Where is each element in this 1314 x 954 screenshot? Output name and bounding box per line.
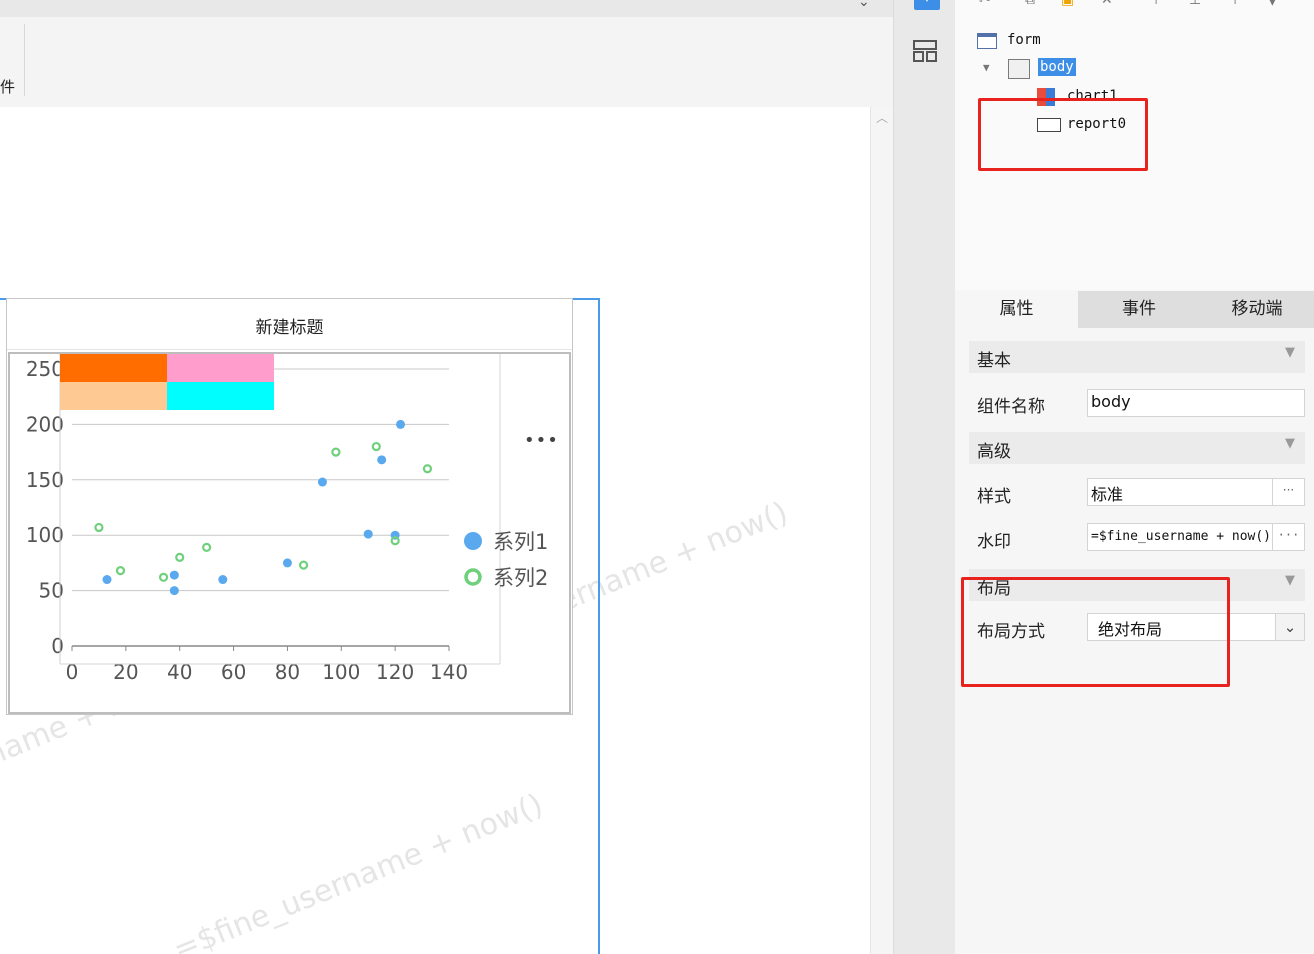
paste-icon[interactable]: ▣ [1061,0,1074,8]
series-point [317,477,327,487]
overlay-swatch [167,382,274,410]
section-advanced-label: 高级 [977,442,1011,462]
chevron-down-icon[interactable]: ⌄ [1275,614,1304,640]
chevron-down-icon: ▼ [1285,436,1295,451]
tab-properties[interactable]: 属性 [955,291,1078,328]
tab-mobile[interactable]: 移动端 [1200,291,1314,328]
widget-tree: ✂ ⧉ ▣ ✕ ⊤ ⊥ ⊤ ▼ form ▼ body chart1 repor… [955,0,1314,290]
section-advanced[interactable]: 高级 ▼ [969,432,1305,464]
toolbar-item-label[interactable]: 件 [0,76,15,97]
chart-widget[interactable]: 新建标题 0 50 100 150 200 250 0 20 40 60 80 100 120 140 系列… [6,298,573,715]
move-top-icon[interactable]: ⊤ [1229,0,1241,8]
collapse-icon[interactable]: ⌄ [858,0,870,10]
widget-name-value: body [1091,392,1131,411]
style-value: 标准 [1091,485,1124,504]
watermark-ellipsis-button[interactable]: ··· [1272,524,1304,550]
style-label: 样式 [977,487,1011,507]
delete-icon[interactable]: ✕ [1101,0,1113,8]
legend-marker [464,532,482,550]
y-tick-label: 250 [26,357,64,381]
section-basic[interactable]: 基本 ▼ [969,341,1305,373]
tree-item-body[interactable]: ▼ body [983,58,1123,80]
vertical-scrollbar[interactable]: ︿ [870,107,893,954]
y-tick-label: 200 [26,412,64,436]
series-point [102,575,112,585]
style-ellipsis-button[interactable]: ··· [1272,479,1304,505]
series-point [169,570,179,580]
chart-title: 新建标题 [255,318,324,338]
more-down-icon[interactable]: ▼ [1267,0,1278,8]
tree-item-label: form [1007,32,1041,48]
tab-events[interactable]: 事件 [1078,291,1200,328]
toolbar-divider [24,24,25,96]
style-input[interactable]: 标准 ··· [1087,478,1305,506]
watermark-value: =$fine_username + now() [1091,529,1272,544]
y-tick-label: 150 [26,468,64,492]
tree-item-form[interactable]: form [977,30,1097,52]
series-point [396,419,406,429]
series-point [169,586,179,596]
series-point [282,558,292,568]
series-point [94,522,104,533]
series-point [422,464,433,474]
y-tick-label: 100 [26,523,64,547]
chart-plot-area: 0 50 100 150 200 250 0 20 40 60 80 100 120 140 系列1 系列2 … [8,352,571,714]
tree-toolbar: ✂ ⧉ ▣ ✕ ⊤ ⊥ ⊤ ▼ [975,0,1305,10]
layout-icon[interactable] [913,40,937,62]
scatter-chart: 0501001502002500 20 40 60 80 100 120 140系列1系列2 [26,354,548,684]
series-point [331,447,341,457]
widget-name-input[interactable]: body [1087,389,1305,417]
move-bottom-icon[interactable]: ⊥ [1189,0,1201,8]
layout-container-icon [1008,59,1030,79]
widget-name-label: 组件名称 [977,397,1045,417]
scroll-up-icon[interactable]: ︿ [871,109,893,126]
series-point [371,441,381,452]
series-point [115,566,126,576]
legend-label: 系列2 [493,566,548,590]
tree-item-label: body [1038,58,1076,76]
widget-toolbar: 件 [0,17,893,107]
overlay-swatch [167,354,274,382]
series-point [298,560,309,570]
move-up-icon[interactable]: ⊤ [1150,0,1162,8]
y-tick-label: 0 [51,634,64,658]
series-point [377,455,387,465]
design-canvas[interactable]: =$fine_username + now() =$fine_username … [0,107,870,954]
legend-marker [464,568,482,586]
overlay-swatch [60,354,167,382]
overlay-swatch [60,382,167,410]
series-point [363,529,373,539]
cut-icon[interactable]: ✂ [979,0,991,8]
top-strip [0,0,893,17]
copy-icon[interactable]: ⧉ [1025,0,1035,8]
series-point [158,572,169,582]
chart-title-bar: 新建标题 [7,299,572,350]
series-point [390,536,400,546]
chevron-down-icon: ▼ [1285,345,1295,360]
expand-arrow-icon[interactable]: ▼ [983,61,990,74]
property-panel: ✂ ⧉ ▣ ✕ ⊤ ⊥ ⊤ ▼ form ▼ body chart1 repor… [955,0,1314,954]
series-point [175,552,185,562]
section-basic-label: 基本 [977,351,1011,371]
series-point [202,542,212,552]
property-tabs: 属性 事件 移动端 [955,291,1314,328]
annotation-highlight [978,98,1148,171]
series-point [218,575,228,585]
component-panel-button[interactable]: ▾ [914,0,940,10]
watermark-input[interactable]: =$fine_username + now() ··· [1087,523,1305,551]
legend-label: 系列1 [493,530,548,554]
chevron-down-icon: ▼ [1285,573,1295,588]
form-icon [977,33,997,49]
side-toolbar: ▾ [893,0,955,954]
annotation-highlight [961,577,1230,687]
watermark-label: 水印 [977,532,1011,552]
more-options-icon[interactable]: ••• [524,430,559,451]
